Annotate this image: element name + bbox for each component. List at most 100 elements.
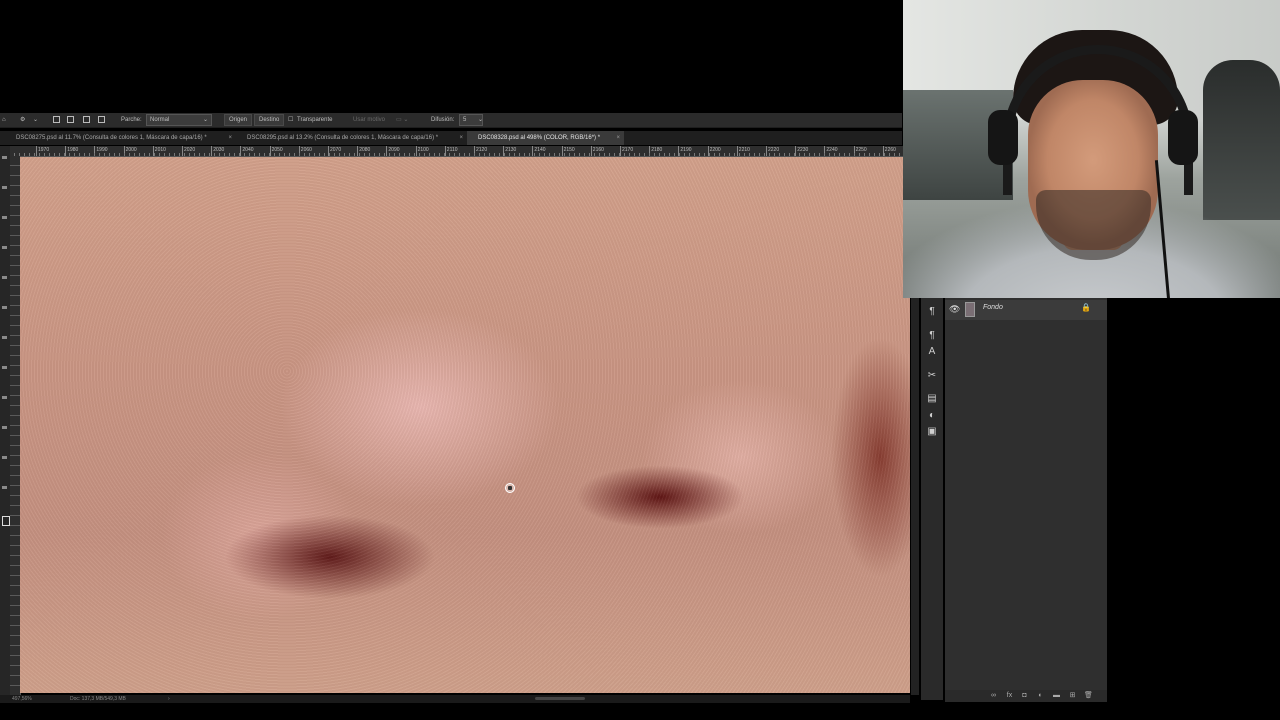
ruler-tick: 2110 (444, 146, 458, 156)
ruler-tick: 1980 (65, 146, 78, 156)
options-bar: ⌂ ⚙ ⌄ Parche: Normal ⌄ Origen Destino ☐ T… (0, 113, 902, 128)
healing-tool-icon[interactable] (2, 306, 7, 309)
link-layers-icon[interactable]: ∞ (989, 691, 998, 700)
tab-dsc08295[interactable]: DSC08295.psd al 13.2% (Consulta de color… (236, 131, 467, 145)
ruler-tick: 2190 (678, 146, 692, 156)
close-icon[interactable]: × (616, 131, 620, 145)
gradient-tool-icon[interactable] (2, 426, 7, 429)
horizontal-scrollbar[interactable] (535, 697, 585, 700)
scissors-icon[interactable]: ✂ (926, 370, 938, 382)
diffusion-chevron-icon[interactable]: ⌄ (478, 113, 483, 127)
quick-mask-icon[interactable] (2, 516, 10, 526)
eraser-tool-icon[interactable] (2, 396, 7, 399)
move-tool-icon[interactable] (2, 156, 7, 159)
diffusion-label: Difusión: (431, 117, 455, 123)
document-tabs: DSC08275.psd al 11.7% (Consulta de color… (0, 131, 902, 145)
trash-icon[interactable]: 🗑 (1084, 691, 1093, 700)
horizontal-ruler: 1970 1980 1990 2000 2010 2020 2030 2040 2050 2060… (10, 146, 903, 157)
ruler-tick: 2170 (620, 146, 633, 156)
libraries-icon[interactable]: ▣ (926, 426, 938, 438)
destination-button[interactable]: Destino (254, 114, 285, 126)
document-canvas[interactable] (20, 157, 910, 693)
zoom-level[interactable]: 497,56% (12, 695, 32, 703)
ruler-tick: 2140 (532, 146, 546, 156)
tab-label: DSC08275.psd al 11.7% (Consulta de color… (16, 135, 207, 141)
marquee-tool-icon[interactable] (2, 186, 7, 189)
doc-size-info: Doc: 137,3 MB/549,3 MB (70, 696, 126, 702)
ruler-tick: 2250 (853, 146, 867, 156)
ruler-tick: 2130 (503, 146, 516, 156)
patch-cursor-icon (505, 483, 515, 493)
headphone-left-cup (988, 110, 1018, 165)
ruler-tick: 1990 (94, 146, 108, 156)
layers-panel: 👁 Fondo 🔒 ∞ fx ◘ ◐ ▬ ⊞ 🗑 (945, 298, 1107, 702)
tool-preset-chevron-icon[interactable]: ⌄ (33, 113, 38, 127)
clone-tool-icon[interactable] (2, 366, 7, 369)
tools-panel (0, 146, 10, 698)
status-arrow-icon[interactable]: › (168, 695, 170, 703)
ruler-tick: 2160 (590, 146, 604, 156)
ruler-tick: 2220 (766, 146, 779, 156)
ruler-tick: 2120 (474, 146, 487, 156)
patch-tool-icon[interactable]: ⚙ (20, 113, 25, 127)
new-group-icon[interactable]: ▬ (1052, 691, 1061, 700)
tab-label: DSC08328.psd al 498% (COLOR, RGB/16*) * (478, 135, 601, 141)
layers-panel-footer: ∞ fx ◘ ◐ ▬ ⊞ 🗑 (945, 690, 1107, 702)
use-pattern-button[interactable]: Usar motivo (353, 113, 385, 127)
ruler-tick: 2000 (123, 146, 137, 156)
intersect-selection-icon[interactable] (98, 116, 105, 123)
eyedropper-tool-icon[interactable] (2, 276, 7, 279)
ruler-tick: 2090 (386, 146, 400, 156)
transparent-label: Transparente (297, 117, 333, 123)
ruler-tick: 1970 (36, 146, 49, 156)
ruler-tick: 2210 (736, 146, 750, 156)
patch-label: Parche: (121, 117, 142, 123)
ruler-tick: 2260 (882, 146, 896, 156)
ruler-tick: 2010 (152, 146, 166, 156)
subtract-selection-icon[interactable] (83, 116, 90, 123)
add-selection-icon[interactable] (67, 116, 74, 123)
patch-mode-select[interactable]: Normal ⌄ (146, 114, 212, 126)
transparent-checkbox[interactable]: ☐ (288, 113, 293, 127)
ruler-tick: 2230 (795, 146, 808, 156)
tab-dsc08275[interactable]: DSC08275.psd al 11.7% (Consulta de color… (0, 131, 236, 145)
pen-tool-icon[interactable] (2, 486, 7, 489)
patch-mode-value: Normal (150, 117, 170, 123)
add-mask-icon[interactable]: ◘ (1020, 691, 1029, 700)
close-icon[interactable]: × (459, 131, 463, 145)
visibility-eye-icon[interactable]: 👁 (949, 304, 960, 315)
status-bar: 497,56% Doc: 137,3 MB/549,3 MB › (0, 695, 910, 703)
pattern-picker-icon[interactable]: ▭ ⌄ (396, 113, 408, 127)
layer-thumbnail (965, 302, 975, 317)
crop-tool-icon[interactable] (2, 246, 7, 249)
adjustments-icon[interactable]: ◐ (926, 410, 938, 422)
ruler-tick: 2060 (298, 146, 312, 156)
lock-icon[interactable]: 🔒 (1081, 303, 1091, 312)
tab-dsc08328[interactable]: DSC08328.psd al 498% (COLOR, RGB/16*) * … (467, 131, 624, 145)
headphone-right-cup (1168, 110, 1198, 165)
close-icon[interactable]: × (228, 131, 232, 145)
ruler-tick: 2040 (240, 146, 254, 156)
paragraph-icon[interactable]: ¶ (926, 306, 938, 318)
skin-texture (20, 157, 910, 693)
ruler-tick: 2150 (561, 146, 575, 156)
ruler-tick: 2100 (415, 146, 429, 156)
ruler-tick: 2240 (824, 146, 838, 156)
layer-row-fondo[interactable]: 👁 Fondo 🔒 (945, 300, 1107, 320)
new-layer-icon[interactable]: ⊞ (1068, 691, 1077, 700)
source-button[interactable]: Origen (224, 114, 253, 126)
layer-style-icon[interactable]: fx (1005, 691, 1014, 700)
layer-comps-icon[interactable]: ▤ (926, 393, 938, 405)
tab-label: DSC08295.psd al 13.2% (Consulta de color… (247, 135, 439, 141)
new-selection-icon[interactable] (53, 116, 60, 123)
character-style-icon[interactable]: ¶ (926, 330, 938, 342)
adjustment-layer-icon[interactable]: ◐ (1036, 691, 1045, 700)
dodge-tool-icon[interactable] (2, 456, 7, 459)
chevron-down-icon: ⌄ (202, 117, 208, 123)
ruler-tick: 2050 (269, 146, 283, 156)
brush-tool-icon[interactable] (2, 336, 7, 339)
home-icon[interactable]: ⌂ (2, 113, 6, 127)
lasso-tool-icon[interactable] (2, 216, 7, 219)
text-icon[interactable]: A (926, 346, 938, 358)
layer-name[interactable]: Fondo (983, 304, 1003, 311)
